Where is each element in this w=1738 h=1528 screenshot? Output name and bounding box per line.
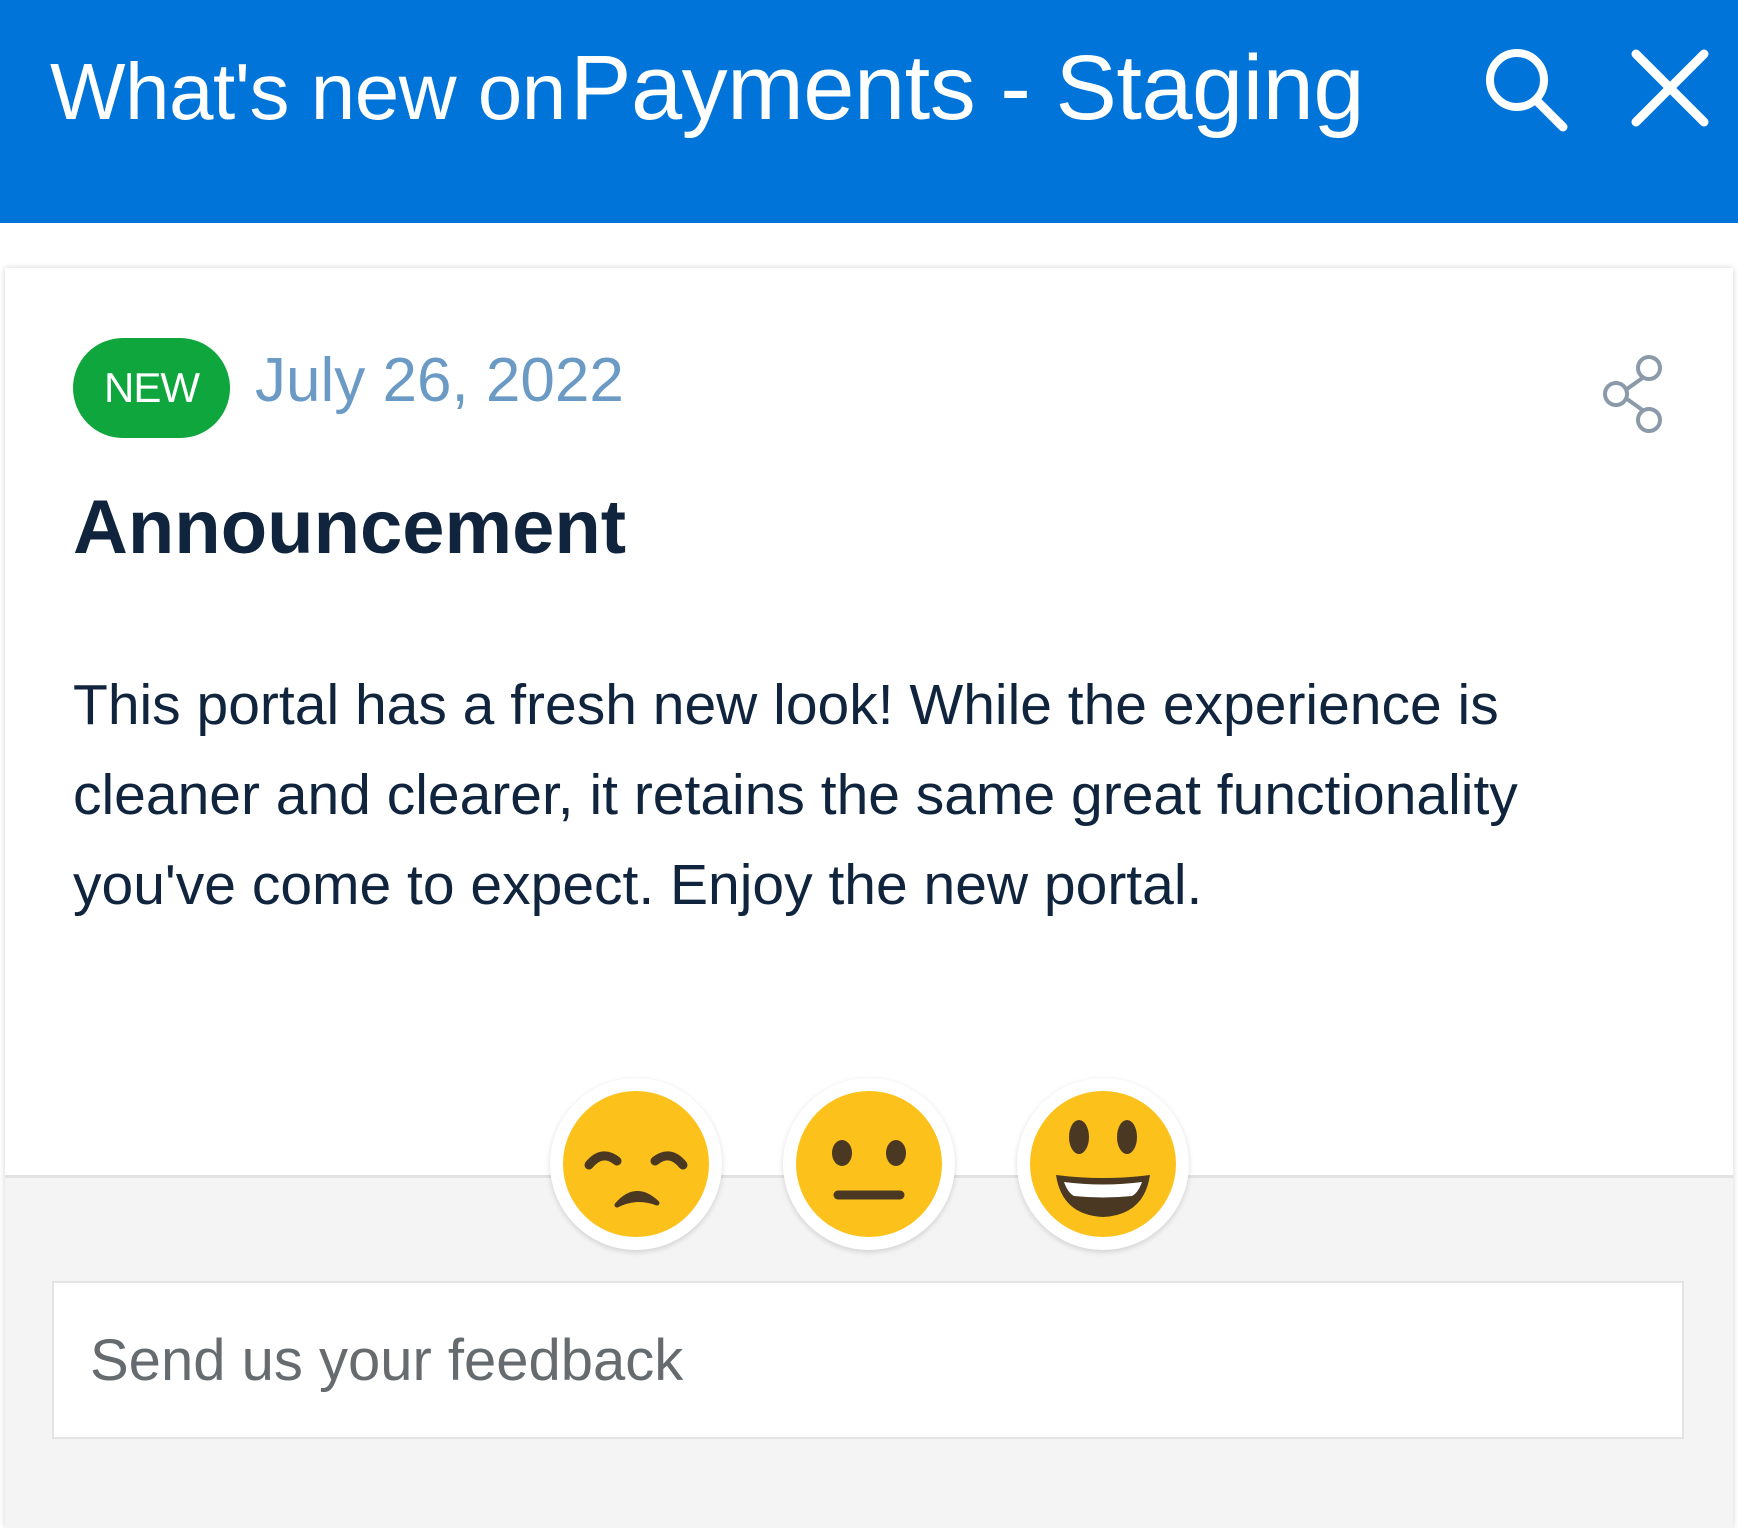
reaction-happy-button[interactable] xyxy=(1017,1078,1189,1250)
new-badge: NEW xyxy=(73,338,230,438)
post-title: Announcement xyxy=(73,485,627,570)
close-button[interactable] xyxy=(1620,40,1720,140)
search-button[interactable] xyxy=(1475,40,1575,140)
header-bar: What's new on Payments - Staging xyxy=(0,0,1738,223)
neutral-face-icon xyxy=(796,1091,942,1237)
close-icon xyxy=(1631,49,1709,127)
header-app-name: Payments - Staging xyxy=(570,37,1364,139)
search-icon xyxy=(1486,49,1568,132)
unamused-face-icon xyxy=(563,1091,709,1237)
reaction-sad-button[interactable] xyxy=(550,1078,722,1250)
smiling-face-icon xyxy=(1030,1091,1176,1237)
header-title: What's new on Payments - Staging xyxy=(50,42,1364,134)
post-date: July 26, 2022 xyxy=(255,346,624,415)
reaction-neutral-button[interactable] xyxy=(783,1078,955,1250)
share-button[interactable] xyxy=(1600,354,1670,434)
announcement-card: NEW July 26, 2022 Announcement This port… xyxy=(5,268,1733,1528)
share-icon xyxy=(1603,355,1662,433)
post-body: This portal has a fresh new look! While … xyxy=(73,673,1518,917)
header-title-prefix: What's new on xyxy=(50,47,566,136)
feedback-input[interactable] xyxy=(52,1281,1684,1439)
